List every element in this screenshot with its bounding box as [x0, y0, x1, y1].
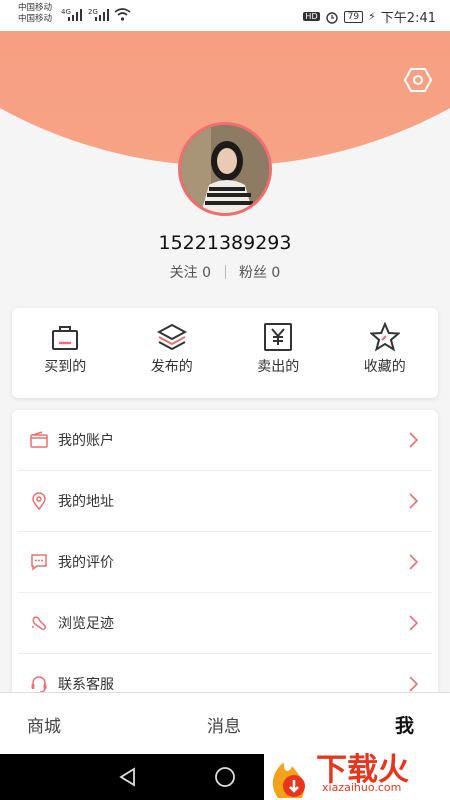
tab-shop[interactable]: 商城: [27, 712, 61, 737]
fans-count: 0: [271, 265, 281, 281]
follow-count: 0: [202, 265, 212, 281]
quick-action-favorites[interactable]: 收藏的: [332, 308, 439, 398]
chevron-right-icon: [409, 615, 418, 631]
settings-icon[interactable]: [404, 66, 432, 94]
footprint-icon: [32, 616, 46, 630]
menu-item-label: 我的地址: [58, 494, 114, 510]
status-right: HD 79 ⚡ 下午2:41: [303, 7, 436, 26]
menu-item-reviews[interactable]: 我的评价: [18, 532, 432, 593]
chevron-right-icon: [409, 676, 418, 692]
status-bar: 中国移动 中国移动 4G 2G HD 79 ⚡ 下午2:41: [0, 0, 450, 31]
watermark-url: xiazaihuo.com: [322, 781, 402, 794]
battery-level: 79: [343, 10, 364, 23]
quick-action-label: 发布的: [150, 359, 193, 375]
yen-box-icon: [264, 323, 293, 351]
quick-actions-card: 买到的 发布的 卖出的 收藏的: [12, 308, 438, 398]
stats-divider: [224, 265, 226, 279]
username: 15221389293: [158, 232, 292, 254]
wallet-icon: [30, 431, 48, 448]
follow-label: 关注: [169, 265, 198, 281]
home-icon[interactable]: [214, 766, 236, 788]
menu-item-history[interactable]: 浏览足迹: [18, 593, 432, 654]
follow-stats: 关注 0 粉丝 0: [0, 262, 450, 282]
quick-action-label: 收藏的: [363, 359, 406, 375]
layers-icon: [156, 323, 187, 351]
menu-item-address[interactable]: 我的地址: [18, 471, 432, 532]
chevron-right-icon: [409, 432, 418, 448]
menu-item-label: 联系客服: [58, 677, 114, 693]
menu-item-account[interactable]: 我的账户: [18, 410, 432, 471]
follow-link[interactable]: 关注 0: [170, 265, 216, 281]
alarm-icon: [325, 11, 338, 24]
avatar[interactable]: [178, 122, 272, 216]
menu-item-label: 浏览足迹: [58, 616, 114, 632]
star-icon: [369, 322, 400, 352]
headset-icon: [31, 676, 47, 693]
shopping-bag-icon: [52, 326, 79, 350]
signal-1-icon: [68, 9, 82, 21]
comment-icon: [31, 554, 47, 571]
quick-action-label: 买到的: [44, 359, 87, 375]
menu-item-label: 我的评价: [58, 555, 114, 571]
tab-me[interactable]: 我: [395, 711, 414, 738]
carrier-1: 中国移动: [18, 3, 53, 13]
tab-messages[interactable]: 消息: [207, 712, 241, 737]
carrier-2: 中国移动: [18, 14, 53, 24]
fans-link[interactable]: 粉丝 0: [239, 265, 280, 281]
quick-action-published[interactable]: 发布的: [119, 308, 226, 398]
fans-label: 粉丝: [238, 265, 267, 281]
charging-icon: ⚡: [368, 10, 376, 23]
menu-item-label: 我的账户: [58, 433, 114, 449]
wifi-icon: [114, 8, 131, 21]
quick-action-label: 卖出的: [257, 359, 300, 375]
chevron-right-icon: [409, 493, 418, 509]
back-icon[interactable]: [118, 767, 138, 787]
chevron-right-icon: [409, 554, 418, 570]
quick-action-bought[interactable]: 买到的: [12, 308, 119, 398]
signal-2-icon: [95, 9, 109, 21]
carrier-info: 中国移动 中国移动: [18, 3, 52, 25]
clock: 下午2:41: [380, 11, 436, 26]
avatar-photo: [181, 125, 269, 213]
location-pin-icon: [32, 492, 46, 510]
hd-badge: HD: [303, 12, 320, 21]
menu-card: 我的账户 我的地址 我的评价 浏览足迹 联系客服: [12, 410, 438, 710]
quick-action-sold[interactable]: 卖出的: [225, 308, 332, 398]
